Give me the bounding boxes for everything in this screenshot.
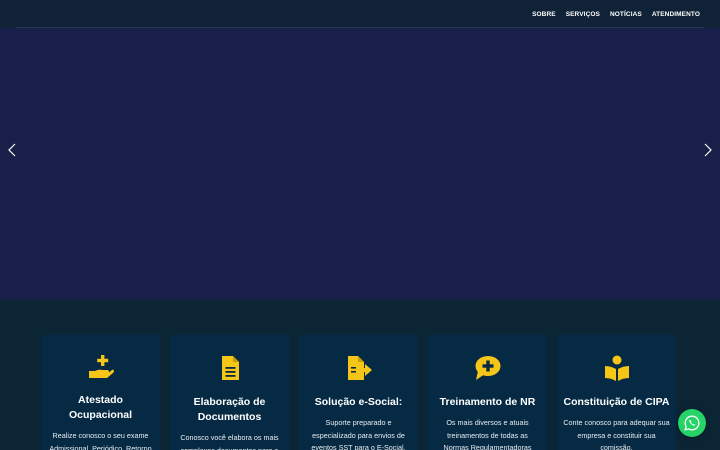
slider-next-button[interactable]	[701, 142, 715, 158]
service-card-title: Treinamento de NR	[439, 396, 536, 408]
service-card-title: Atestado Ocupacional	[68, 394, 132, 421]
hand-medical-icon	[86, 353, 116, 381]
services-cards: Atestado Ocupacional Realize conosco o s…	[41, 335, 676, 450]
hero-slider	[0, 28, 720, 300]
service-card-title: Solução e-Social:	[314, 396, 403, 408]
service-card-title: Elaboração de Documentos	[193, 396, 266, 423]
service-card-text: Conosco você elabora os mais complexos d…	[180, 433, 279, 450]
service-card-title: Constituição de CIPA	[563, 396, 670, 408]
nav-servicos[interactable]: SERVIÇOS	[566, 11, 600, 18]
service-card-text: Os mais diversos e atuais treinamentos d…	[443, 418, 532, 450]
main-nav: SOBRE SERVIÇOS NOTÍCIAS ATENDIMENTO	[532, 0, 700, 28]
nav-noticias[interactable]: NOTÍCIAS	[610, 11, 642, 18]
service-card-cipa[interactable]: Constituição de CIPA Conte conosco para …	[557, 335, 676, 450]
slider-prev-button[interactable]	[5, 142, 19, 158]
services-section: Atestado Ocupacional Realize conosco o s…	[0, 300, 720, 450]
comment-medical-icon	[473, 353, 503, 383]
service-card-esocial[interactable]: Solução e-Social: Suporte preparado e es…	[299, 335, 418, 450]
nav-atendimento[interactable]: ATENDIMENTO	[652, 11, 700, 18]
book-reader-icon	[602, 353, 632, 383]
chevron-right-icon	[704, 143, 712, 157]
document-icon	[215, 353, 245, 383]
chevron-left-icon	[8, 143, 16, 157]
service-card-text: Conte conosco para adequar sua empresa e…	[563, 418, 670, 450]
service-card-text: Realize conosco o seu exame Admissional,…	[49, 431, 152, 450]
service-card-text: Suporte preparado e especializado para e…	[311, 418, 406, 450]
service-card-documentos[interactable]: Elaboração de Documentos Conosco você el…	[170, 335, 289, 450]
file-export-icon	[344, 353, 374, 383]
service-card-treinamento[interactable]: Treinamento de NR Os mais diversos e atu…	[428, 335, 547, 450]
site-header: SOBRE SERVIÇOS NOTÍCIAS ATENDIMENTO	[0, 0, 720, 28]
nav-sobre[interactable]: SOBRE	[532, 11, 556, 18]
whatsapp-button[interactable]	[678, 409, 706, 437]
whatsapp-icon	[684, 415, 700, 431]
service-card-atestado[interactable]: Atestado Ocupacional Realize conosco o s…	[41, 335, 160, 450]
